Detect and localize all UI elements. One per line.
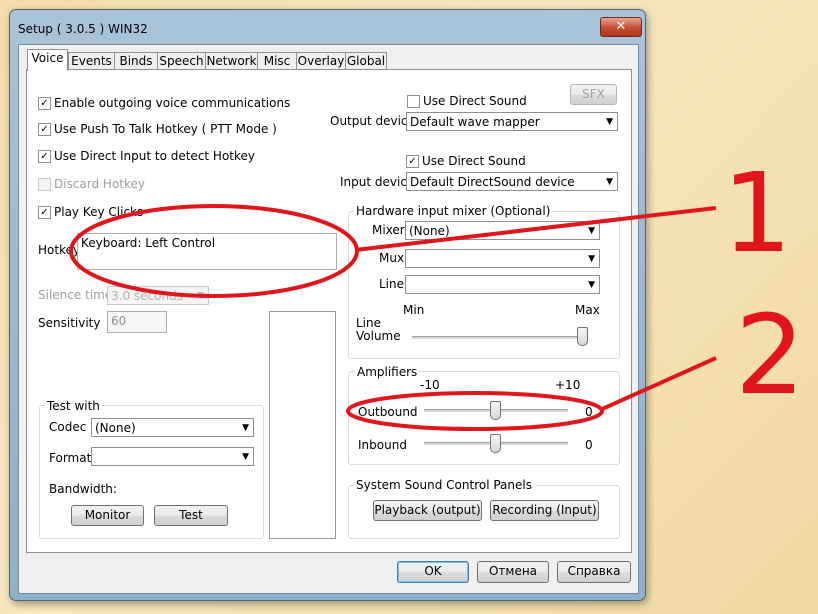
codec-value: (None) xyxy=(95,421,136,435)
play-key-clicks-label: Play Key Clicks xyxy=(54,205,144,219)
help-button[interactable]: Справка xyxy=(557,561,631,583)
close-icon[interactable]: ✕ xyxy=(600,17,642,37)
chevron-down-icon: ▼ xyxy=(588,280,595,290)
chevron-down-icon: ▼ xyxy=(242,423,249,433)
format-select[interactable]: ▼ xyxy=(91,447,254,466)
line-volume-label: Line Volume xyxy=(356,316,401,343)
codec-select[interactable]: (None) ▼ xyxy=(91,418,254,437)
monitor-button[interactable]: Monitor xyxy=(71,505,144,526)
direct-input-checkbox[interactable]: ✓ xyxy=(38,150,51,163)
input-device-label: Input device xyxy=(340,175,415,189)
tab-events[interactable]: Events xyxy=(68,52,115,70)
enable-voice-checkbox[interactable]: ✓ xyxy=(38,97,51,110)
level-meter xyxy=(269,311,336,539)
ok-button[interactable]: OK xyxy=(397,561,469,583)
outbound-slider[interactable] xyxy=(490,401,501,420)
enable-voice-label: Enable outgoing voice communications xyxy=(54,96,291,110)
line-volume-slider[interactable] xyxy=(577,327,588,346)
output-device-select[interactable]: Default wave mapper ▼ xyxy=(406,112,618,131)
line-select[interactable]: ▼ xyxy=(405,275,600,294)
push-to-talk-label: Use Push To Talk Hotkey ( PTT Mode ) xyxy=(54,122,277,136)
silence-time-select[interactable]: 3.0 seconds ▼ xyxy=(107,286,209,305)
output-direct-sound-checkbox[interactable] xyxy=(407,95,420,108)
mux-label: Mux xyxy=(379,251,405,265)
tab-speech[interactable]: Speech xyxy=(157,52,206,70)
sensitivity-field[interactable]: 60 xyxy=(107,311,167,333)
recording-button[interactable]: Recording (Input) xyxy=(490,500,599,521)
playback-button[interactable]: Playback (output) xyxy=(373,500,482,521)
hotkey-label: Hotkey xyxy=(38,243,81,257)
annotation-number-2: 2 xyxy=(735,291,805,419)
chevron-down-icon: ▼ xyxy=(588,226,595,236)
min-label: Min xyxy=(403,303,425,317)
format-label: Format xyxy=(49,451,92,465)
window-title: Setup ( 3.0.5 ) WIN32 xyxy=(18,22,148,36)
chevron-down-icon: ▼ xyxy=(242,452,249,462)
test-with-title: Test with xyxy=(45,399,102,413)
tab-binds[interactable]: Binds xyxy=(114,52,158,70)
mixer-select[interactable]: (None) ▼ xyxy=(405,221,600,240)
chevron-down-icon: ▼ xyxy=(606,117,613,127)
bandwidth-label: Bandwidth: xyxy=(49,482,117,496)
max-label: Max xyxy=(575,303,600,317)
test-button[interactable]: Test xyxy=(154,505,228,526)
outbound-label: Outbound xyxy=(358,405,418,419)
annotation-number-1: 1 xyxy=(722,149,792,277)
hardware-mixer-title: Hardware input mixer (Optional) xyxy=(354,204,553,218)
sensitivity-label: Sensitivity xyxy=(38,316,101,330)
chevron-down-icon: ▼ xyxy=(588,254,595,264)
tab-global[interactable]: Global xyxy=(345,52,387,70)
line-label: Line xyxy=(379,277,405,291)
amp-max-label: +10 xyxy=(555,378,581,392)
amplifiers-title: Amplifiers xyxy=(355,365,420,379)
chevron-down-icon: ▼ xyxy=(197,291,204,301)
input-device-select[interactable]: Default DirectSound device ▼ xyxy=(406,172,618,191)
tab-network[interactable]: Network xyxy=(205,52,258,70)
direct-input-label: Use Direct Input to detect Hotkey xyxy=(54,149,256,163)
output-device-label: Output device xyxy=(330,114,415,128)
chevron-down-icon: ▼ xyxy=(606,177,613,187)
output-device-value: Default wave mapper xyxy=(410,115,540,129)
mixer-value: (None) xyxy=(409,224,450,238)
outbound-value: 0 xyxy=(585,405,593,419)
sound-panels-title: System Sound Control Panels xyxy=(354,478,534,492)
mixer-label: Mixer xyxy=(372,223,405,237)
sfx-button[interactable]: SFX xyxy=(570,84,617,105)
play-key-clicks-checkbox[interactable]: ✓ xyxy=(38,206,51,219)
push-to-talk-checkbox[interactable]: ✓ xyxy=(38,123,51,136)
amp-min-label: -10 xyxy=(420,378,440,392)
mux-select[interactable]: ▼ xyxy=(405,249,600,268)
output-direct-sound-label: Use Direct Sound xyxy=(423,94,527,108)
hotkey-field[interactable]: Keyboard: Left Control xyxy=(77,233,337,270)
tab-misc[interactable]: Misc xyxy=(257,52,297,70)
line-volume-track xyxy=(412,336,584,339)
tab-overlay[interactable]: Overlay xyxy=(296,52,346,70)
input-device-value: Default DirectSound device xyxy=(410,175,575,189)
codec-label: Codec xyxy=(49,420,87,434)
silence-time-label: Silence time xyxy=(38,288,113,302)
discard-hotkey-checkbox[interactable] xyxy=(38,178,51,191)
inbound-label: Inbound xyxy=(358,438,407,452)
tab-voice[interactable]: Voice xyxy=(27,49,68,71)
silence-time-value: 3.0 seconds xyxy=(111,289,183,303)
inbound-slider[interactable] xyxy=(490,434,501,453)
cancel-button[interactable]: Отмена xyxy=(477,561,549,583)
input-direct-sound-label: Use Direct Sound xyxy=(422,154,526,168)
discard-hotkey-label: Discard Hotkey xyxy=(54,177,146,191)
inbound-value: 0 xyxy=(585,438,593,452)
input-direct-sound-checkbox[interactable]: ✓ xyxy=(406,155,419,168)
